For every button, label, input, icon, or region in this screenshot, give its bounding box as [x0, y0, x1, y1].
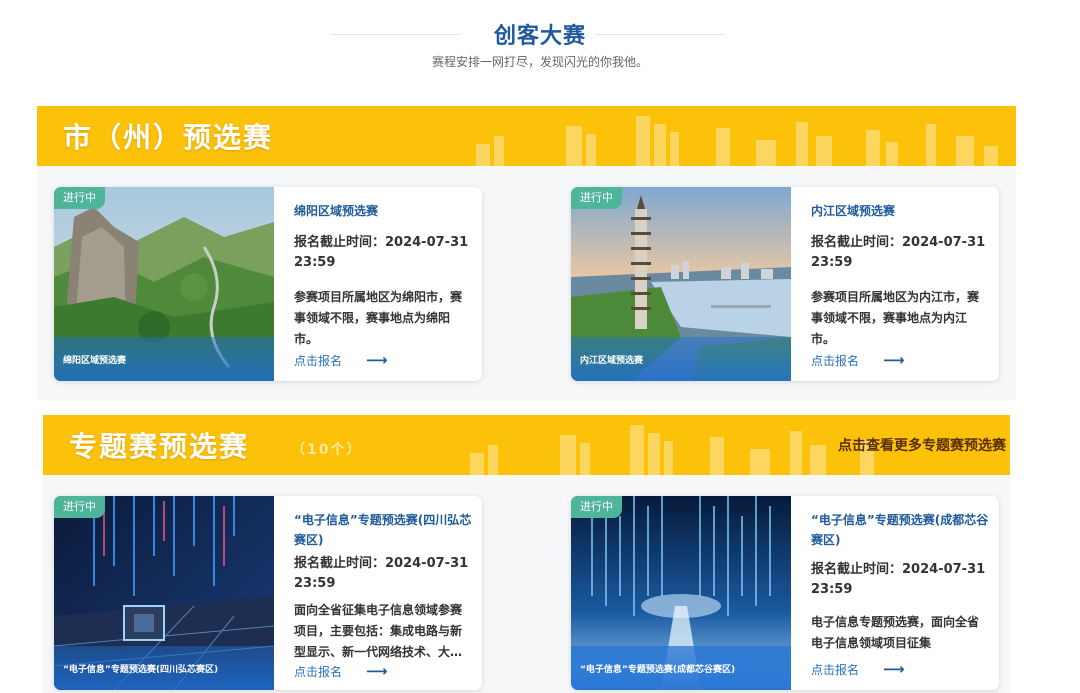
register-link-label: 点击报名: [294, 664, 343, 679]
register-link-label: 点击报名: [294, 353, 343, 368]
status-badge: 进行中: [54, 496, 105, 518]
deadline-line1: 报名截止时间：2024-07-31: [294, 235, 469, 250]
status-badge: 进行中: [571, 187, 622, 209]
card-info: 内江区域预选赛 报名截止时间：2024-07-31 23:59 参赛项目所属地区…: [811, 187, 991, 381]
card-info: “电子信息”专题预选赛(成都芯谷赛区) 报名截止时间：2024-07-31 23…: [811, 496, 991, 690]
deadline-line1: 报名截止时间：2024-07-31: [811, 562, 986, 577]
thumbnail-caption: 绵阳区域预选赛: [54, 337, 274, 381]
card-title[interactable]: 绵阳区域预选赛: [294, 201, 378, 221]
section-count: （10个）: [291, 442, 363, 458]
deadline-line2: 23:59: [811, 582, 853, 597]
status-badge: 进行中: [571, 496, 622, 518]
register-link[interactable]: 点击报名 ⟶: [294, 351, 388, 369]
register-link[interactable]: 点击报名 ⟶: [811, 351, 905, 369]
deadline-line1: 报名截止时间：2024-07-31: [294, 556, 469, 571]
competition-card[interactable]: 进行中 “电子信息”专题预选赛(成都芯谷赛区) “电子信息”专题预选赛(成都芯谷…: [571, 496, 999, 690]
thumbnail-caption: 内江区域预选赛: [571, 337, 791, 381]
section-title-city: 市（州）预选赛: [63, 121, 274, 154]
city-skyline-decoration: [476, 116, 998, 166]
thumbnail-caption: “电子信息”专题预选赛(四川弘芯赛区): [54, 646, 274, 690]
card-description: 参赛项目所属地区为内江市，赛事领域不限，赛事地点为内江市。: [811, 290, 980, 346]
competition-card[interactable]: 进行中 “电子信息”专题预选赛(四川弘芯赛区) “电子信息”专题预选赛(四川弘芯…: [54, 496, 482, 690]
page-title: 创客大赛: [493, 24, 586, 49]
card-title[interactable]: “电子信息”专题预选赛(四川弘芯赛区): [294, 510, 478, 550]
card-thumbnail: 进行中 “电子信息”专题预选赛(成都芯谷赛区): [571, 496, 791, 690]
arrow-right-icon: ⟶: [366, 351, 388, 369]
deadline-line1: 报名截止时间：2024-07-31: [811, 235, 986, 250]
arrow-right-icon: ⟶: [366, 662, 388, 680]
section-banner-topic: 专题赛预选赛 （10个） 点击查看更多专题赛预选赛: [43, 415, 1010, 475]
section-header: 创客大赛 赛程安排一网打尽，发现闪光的你我他。: [0, 0, 1080, 90]
arrow-right-icon: ⟶: [883, 660, 905, 678]
card-thumbnail: 进行中 绵阳区域预选赛: [54, 187, 274, 381]
card-title[interactable]: “电子信息”专题预选赛(成都芯谷赛区): [811, 510, 995, 550]
section-banner-city: 市（州）预选赛: [37, 106, 1016, 166]
competition-card[interactable]: 进行中 内江区域预选赛 内江区域预选赛 报名截止时间：2024-07-31 23…: [571, 187, 999, 381]
deadline-line2: 23:59: [294, 255, 336, 270]
page-subtitle: 赛程安排一网打尽，发现闪光的你我他。: [431, 55, 648, 69]
card-description: 参赛项目所属地区为绵阳市，赛事领域不限，赛事地点为绵阳市。: [294, 290, 463, 346]
card-info: “电子信息”专题预选赛(四川弘芯赛区) 报名截止时间：2024-07-31 23…: [294, 496, 474, 690]
card-thumbnail: 进行中 内江区域预选赛: [571, 187, 791, 381]
status-badge: 进行中: [54, 187, 105, 209]
register-link[interactable]: 点击报名 ⟶: [294, 662, 388, 680]
card-description: 电子信息专题预选赛，面向全省电子信息领域项目征集: [811, 615, 980, 650]
thumbnail-caption: “电子信息”专题预选赛(成都芯谷赛区): [571, 646, 791, 690]
register-link[interactable]: 点击报名 ⟶: [811, 660, 905, 678]
view-more-link[interactable]: 点击查看更多专题赛预选赛: [838, 435, 1006, 455]
register-link-label: 点击报名: [811, 353, 860, 368]
register-link-label: 点击报名: [811, 662, 860, 677]
card-title[interactable]: 内江区域预选赛: [811, 201, 895, 221]
deadline-line2: 23:59: [811, 255, 853, 270]
deadline-line2: 23:59: [294, 576, 336, 591]
card-info: 绵阳区域预选赛 报名截止时间：2024-07-31 23:59 参赛项目所属地区…: [294, 187, 474, 381]
card-description: 面向全省征集电子信息领域参赛项目，主要包括：集成电路与新型显示、新一代网络技术、…: [294, 603, 463, 659]
competition-card[interactable]: 进行中 绵阳区域预选赛 绵阳区域预选赛 报名截止时间：2024-07-31 23…: [54, 187, 482, 381]
arrow-right-icon: ⟶: [883, 351, 905, 369]
card-thumbnail: 进行中 “电子信息”专题预选赛(四川弘芯赛区): [54, 496, 274, 690]
section-title-topic: 专题赛预选赛: [69, 430, 250, 463]
